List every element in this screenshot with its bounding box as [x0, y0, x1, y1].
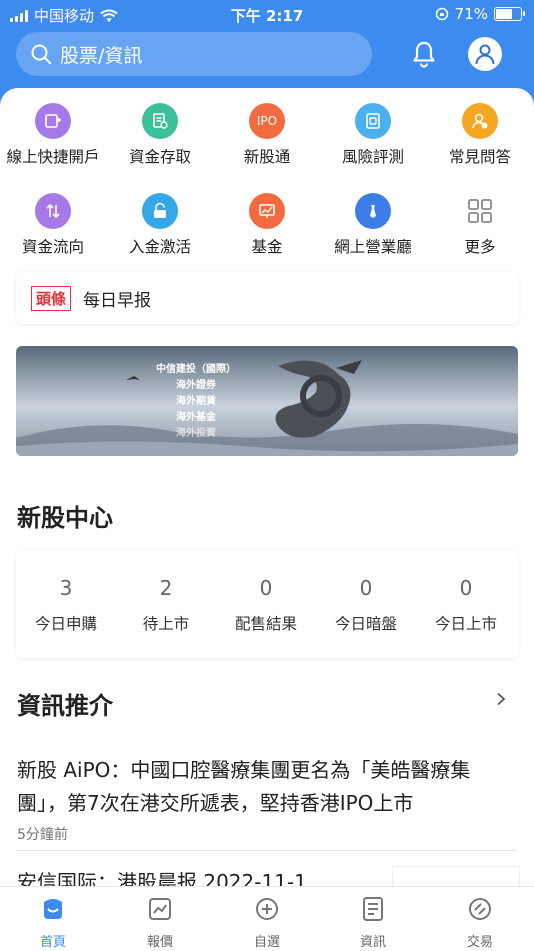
tab-label: 報價: [146, 935, 173, 950]
ipo-stat-grey-market[interactable]: 0 今日暗盤: [316, 550, 416, 634]
divider: [17, 850, 517, 851]
quick-action-label: 入金激活: [128, 238, 191, 256]
tab-quotes[interactable]: 報價: [107, 895, 213, 950]
headline-bar[interactable]: 頭條 每日早报: [16, 272, 518, 324]
open-account-icon: [35, 103, 71, 139]
home-icon: [44, 899, 62, 919]
more-grid-icon: [462, 193, 498, 229]
search-input[interactable]: 股票/資訊: [16, 32, 372, 76]
ipo-stat-label: 今日申購: [34, 615, 97, 633]
ipo-stat-value: 0: [259, 576, 273, 600]
profile-avatar-button[interactable]: [468, 37, 502, 71]
battery-percent: 71%: [454, 5, 488, 23]
quick-action-label: 常見問答: [448, 148, 511, 166]
user-icon: [475, 44, 495, 65]
home-content: 線上快捷開戶 資金存取 IPO 新股通 風險評測 常見問答 資金流向 入金激活 …: [0, 88, 534, 894]
ipo-icon-text: IPO: [256, 114, 278, 128]
ipo-stat-today-listing[interactable]: 0 今日上市: [416, 550, 516, 634]
tab-home[interactable]: 首頁: [0, 895, 106, 950]
ipo-stat-value: 0: [359, 576, 373, 600]
quick-action-fund[interactable]: 基金: [214, 190, 320, 257]
headline-text: 每日早报: [83, 290, 152, 311]
banner-company: 中信建投（國際）: [156, 364, 236, 375]
banner-line: 海外投資: [176, 428, 216, 439]
tab-watchlist[interactable]: 自選: [214, 895, 320, 950]
chevron-right-icon[interactable]: [494, 692, 508, 706]
bottom-tab-bar: 首頁 報價 自選 資訊 交易: [0, 886, 534, 951]
ipo-stat-value: 0: [459, 576, 473, 600]
banner-line: 海外期貨: [176, 396, 216, 407]
fund-flow-icon: [35, 193, 71, 229]
battery-icon: [494, 7, 525, 21]
quick-action-faq[interactable]: 常見問答: [427, 100, 533, 167]
faq-icon: [462, 103, 498, 139]
news-item-title[interactable]: 新股 AiPO：中國口腔醫療集團更名為「美皓醫療集 團」，第7次在港交所遞表，堅…: [17, 754, 517, 820]
bell-icon[interactable]: [408, 38, 440, 70]
promo-banner[interactable]: 中信建投（國際） 海外證券 海外期貨 海外基金 海外投資: [16, 346, 518, 456]
quick-action-label: 風險評測: [341, 148, 404, 166]
quick-action-label: 網上營業廳: [334, 238, 412, 256]
ipo-stat-today-subscribe[interactable]: 3 今日申購: [16, 550, 116, 634]
ipo-stat-label: 配售結果: [234, 615, 297, 633]
headline-tag: 頭條: [31, 285, 72, 311]
deposit-activate-icon: [142, 193, 178, 229]
quick-action-risk-assessment[interactable]: 風險評測: [320, 100, 426, 167]
trade-icon: [469, 898, 491, 920]
ipo-center-title: 新股中心: [17, 504, 113, 532]
quick-action-label: 資金流向: [21, 238, 84, 256]
quick-action-fund-flow[interactable]: 資金流向: [0, 190, 106, 257]
news-item-time: 5分鐘前: [17, 827, 68, 843]
quick-action-deposit-activate[interactable]: 入金激活: [107, 190, 213, 257]
quick-action-label: 更多: [464, 238, 496, 256]
tab-label: 首頁: [39, 935, 66, 950]
quick-action-open-account[interactable]: 線上快捷開戶: [0, 100, 106, 167]
ipo-stat-value: 2: [159, 576, 173, 600]
quick-action-label: 基金: [251, 238, 283, 256]
risk-assessment-icon: [355, 103, 391, 139]
ipo-stat-label: 今日上市: [434, 615, 497, 633]
search-placeholder: 股票/資訊: [60, 44, 143, 67]
quick-action-more[interactable]: 更多: [427, 190, 533, 257]
banner-line: 海外基金: [176, 412, 216, 423]
ipo-center-card: 3 今日申購 2 待上市 0 配售結果 0 今日暗盤 0 今日上市: [16, 550, 518, 658]
tab-label: 自選: [253, 935, 280, 950]
ipo-stat-label: 今日暗盤: [334, 615, 397, 633]
tab-news[interactable]: 資訊: [320, 895, 426, 950]
status-bar: 中国移动 下午 2:17 71%: [0, 0, 534, 30]
fund-chart-icon: [249, 193, 285, 229]
ipo-stat-allotment-results[interactable]: 0 配售結果: [216, 550, 316, 634]
quick-action-label: 資金存取: [128, 148, 191, 166]
online-hall-icon: [355, 193, 391, 229]
news-title-line: 團」，第7次在港交所遞表，堅持香港IPO上市: [17, 791, 414, 815]
search-icon: [31, 44, 52, 65]
tab-label: 資訊: [359, 935, 386, 950]
quick-action-online-hall[interactable]: 網上營業廳: [320, 190, 426, 257]
rotation-lock-icon: [435, 7, 448, 21]
ipo-stat-label: 待上市: [142, 615, 190, 633]
fund-access-icon: [142, 103, 178, 139]
quick-action-ipo[interactable]: IPO 新股通: [214, 100, 320, 167]
quick-action-label: 新股通: [243, 148, 291, 166]
ipo-stat-pending-listing[interactable]: 2 待上市: [116, 550, 216, 634]
ipo-stat-value: 3: [59, 576, 73, 600]
news-section-title: 資訊推介: [17, 692, 113, 720]
ipo-icon: IPO: [249, 103, 285, 139]
tab-trade[interactable]: 交易: [427, 895, 533, 950]
add-watchlist-icon: [256, 898, 278, 920]
news-title-line: 新股 AiPO：中國口腔醫療集團更名為「美皓醫療集: [17, 758, 471, 782]
news-doc-icon: [363, 897, 383, 921]
tab-label: 交易: [466, 935, 493, 950]
quick-action-fund-access[interactable]: 資金存取: [107, 100, 213, 167]
banner-artwork: [16, 346, 518, 456]
quick-action-label: 線上快捷開戶: [6, 148, 100, 166]
quote-chart-icon: [149, 898, 171, 920]
banner-line: 海外證券: [176, 380, 216, 391]
